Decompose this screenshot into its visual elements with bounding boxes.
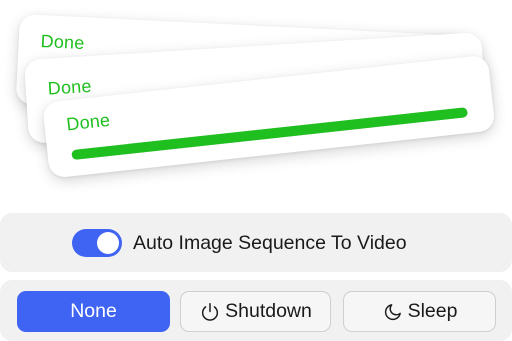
- progress-bar: [71, 107, 469, 161]
- auto-sequence-label: Auto Image Sequence To Video: [133, 231, 407, 254]
- completion-action-panel: None Shutdown Sleep: [0, 280, 512, 341]
- shutdown-button-label: Shutdown: [225, 300, 312, 322]
- none-button[interactable]: None: [17, 291, 170, 332]
- auto-sequence-toggle-row[interactable]: Auto Image Sequence To Video: [72, 229, 407, 257]
- task-stage: Done Done Done Auto Image Sequence To Vi…: [0, 0, 512, 341]
- sleep-button[interactable]: Sleep: [343, 291, 496, 332]
- moon-icon: [382, 301, 404, 323]
- power-icon: [199, 301, 221, 323]
- task-status-label: Done: [40, 31, 85, 54]
- none-button-label: None: [70, 300, 117, 322]
- switch-knob: [97, 232, 119, 254]
- progress-fill: [71, 107, 469, 161]
- task-status-label: Done: [65, 109, 112, 135]
- sleep-button-label: Sleep: [407, 300, 458, 322]
- shutdown-button[interactable]: Shutdown: [180, 291, 331, 332]
- task-status-label: Done: [47, 75, 93, 99]
- auto-sequence-panel: Auto Image Sequence To Video: [0, 213, 512, 272]
- auto-sequence-switch[interactable]: [72, 229, 122, 257]
